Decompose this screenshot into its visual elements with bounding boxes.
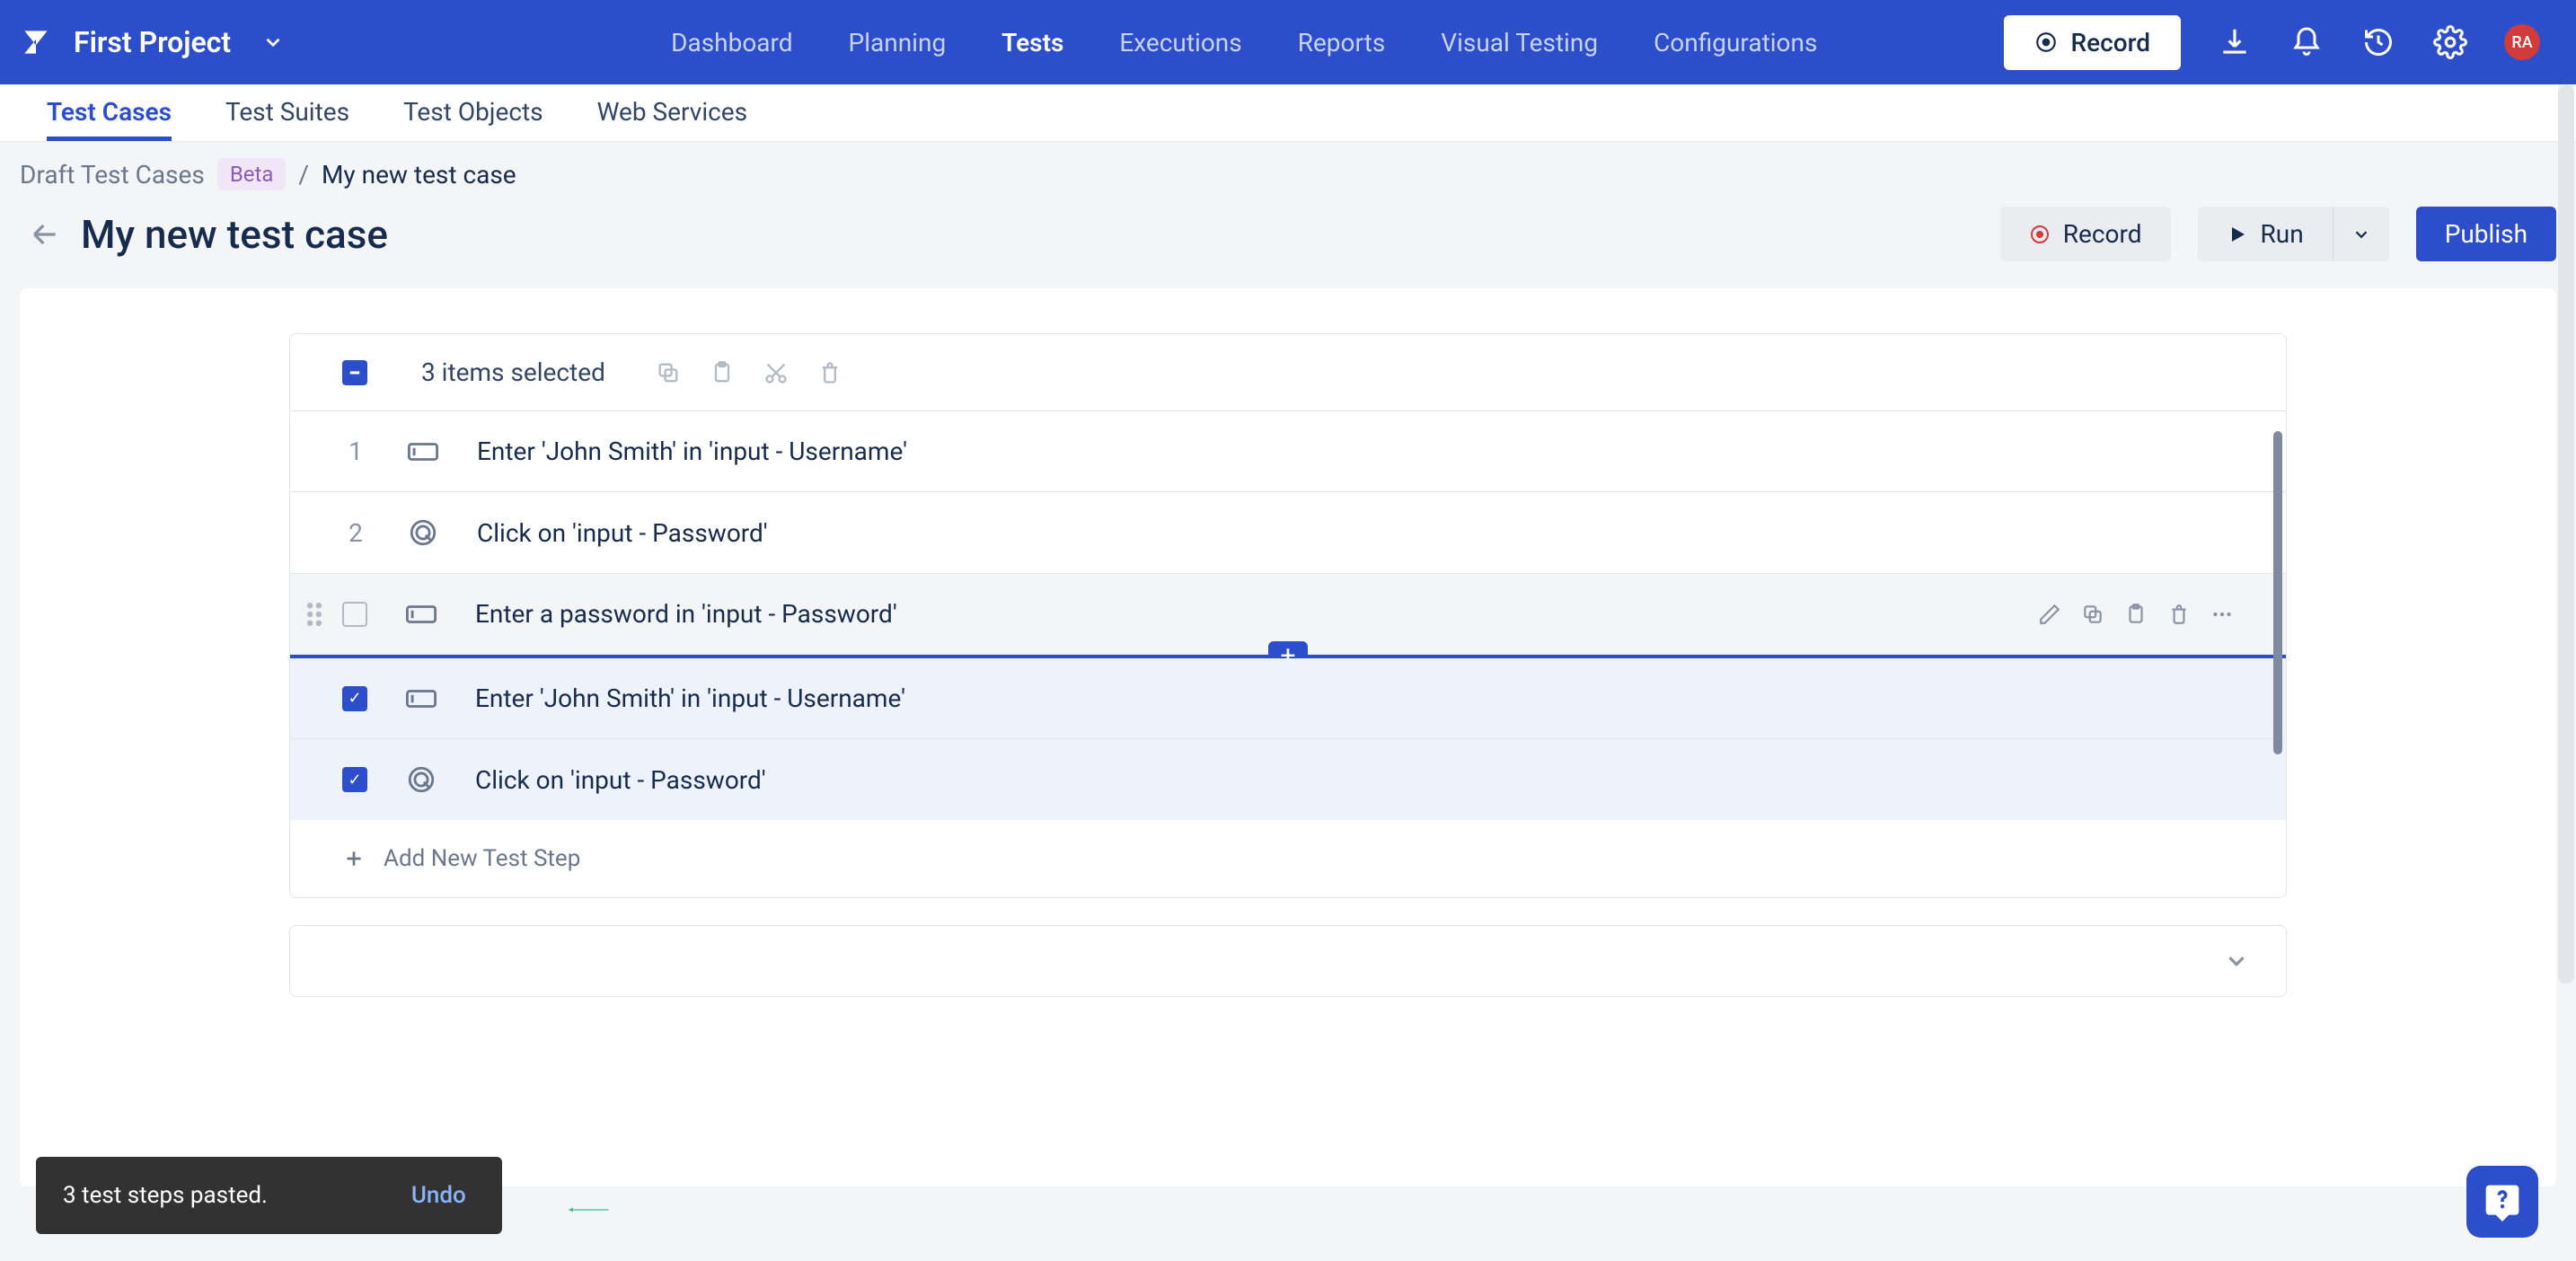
- plus-icon: [342, 847, 366, 870]
- step-row[interactable]: 1 Enter 'John Smith' in 'input - Usernam…: [290, 411, 2286, 492]
- project-selector[interactable]: First Project: [18, 24, 285, 60]
- breadcrumb-root[interactable]: Draft Test Cases: [20, 160, 205, 190]
- title-actions: Record Run Publish: [2000, 207, 2556, 261]
- help-button[interactable]: [2466, 1166, 2538, 1238]
- paste-icon[interactable]: [710, 360, 735, 385]
- toast: 3 test steps pasted. Undo: [36, 1157, 502, 1234]
- nav-planning[interactable]: Planning: [849, 28, 947, 57]
- step-row[interactable]: ✓ Enter 'John Smith' in 'input - Usernam…: [290, 658, 2286, 739]
- input-icon: [405, 439, 441, 464]
- click-icon: [403, 764, 439, 795]
- subtabs: Test Cases Test Suites Test Objects Web …: [0, 84, 2576, 142]
- selection-toolbar: [656, 360, 842, 385]
- step-text: Click on 'input - Password': [475, 765, 766, 795]
- chevron-down-icon: [2351, 225, 2371, 244]
- record-button-top[interactable]: Record: [2004, 15, 2181, 70]
- step-text: Click on 'input - Password': [477, 518, 768, 548]
- record-button[interactable]: Record: [2000, 207, 2171, 261]
- play-icon: [2227, 224, 2248, 245]
- steps-panel: 3 items selected 1 Enter 'John Smith' in…: [289, 333, 2287, 898]
- topbar-right: Record RA: [2004, 15, 2540, 70]
- step-text: Enter 'John Smith' in 'input - Username': [477, 436, 907, 466]
- annotation-arrow-icon: [521, 1207, 656, 1212]
- beta-badge: Beta: [217, 158, 287, 190]
- add-step-label: Add New Test Step: [384, 845, 580, 872]
- record-label: Record: [2063, 219, 2142, 249]
- tab-test-cases[interactable]: Test Cases: [47, 97, 172, 141]
- trash-icon[interactable]: [817, 360, 842, 385]
- record-label: Record: [2070, 28, 2150, 57]
- nav-visual-testing[interactable]: Visual Testing: [1441, 28, 1598, 57]
- download-icon[interactable]: [2217, 24, 2253, 60]
- row-actions: [2038, 603, 2234, 626]
- bell-icon[interactable]: [2289, 24, 2325, 60]
- step-checkbox[interactable]: [342, 602, 367, 627]
- nav-tests[interactable]: Tests: [1001, 28, 1063, 57]
- top-nav: Dashboard Planning Tests Executions Repo…: [671, 28, 1817, 57]
- run-label: Run: [2261, 219, 2304, 249]
- step-checkbox[interactable]: ✓: [342, 767, 367, 792]
- click-icon: [405, 517, 441, 548]
- edit-icon[interactable]: [2038, 603, 2061, 626]
- indeterminate-checkbox[interactable]: [342, 360, 367, 385]
- run-split-button: Run: [2198, 207, 2389, 261]
- step-row[interactable]: ✓ Click on 'input - Password': [290, 739, 2286, 820]
- cut-icon[interactable]: [763, 360, 789, 385]
- title-bar: My new test case Record Run Publish: [0, 190, 2576, 288]
- project-name: First Project: [74, 25, 231, 59]
- gear-icon[interactable]: [2432, 24, 2468, 60]
- nav-executions[interactable]: Executions: [1119, 28, 1241, 57]
- tab-test-suites[interactable]: Test Suites: [225, 97, 349, 141]
- page-title: My new test case: [81, 211, 388, 258]
- copy-icon[interactable]: [2081, 603, 2104, 626]
- step-number: 2: [342, 518, 369, 548]
- breadcrumb: Draft Test Cases Beta / My new test case: [0, 142, 2576, 190]
- tab-web-services[interactable]: Web Services: [597, 97, 747, 141]
- run-dropdown[interactable]: [2333, 207, 2389, 261]
- step-text: Enter 'John Smith' in 'input - Username': [475, 683, 905, 713]
- avatar[interactable]: RA: [2504, 24, 2540, 60]
- nav-configurations[interactable]: Configurations: [1654, 28, 1817, 57]
- chevron-down-icon: [261, 31, 285, 54]
- nav-dashboard[interactable]: Dashboard: [671, 28, 792, 57]
- collapsed-panel[interactable]: [289, 925, 2287, 997]
- publish-button[interactable]: Publish: [2416, 207, 2556, 261]
- tab-test-objects[interactable]: Test Objects: [403, 97, 543, 141]
- add-step-row[interactable]: Add New Test Step: [290, 820, 2286, 897]
- step-number: 1: [342, 436, 369, 466]
- breadcrumb-current: My new test case: [322, 160, 516, 190]
- selection-count: 3 items selected: [421, 357, 605, 387]
- content-area: 3 items selected 1 Enter 'John Smith' in…: [20, 288, 2556, 1186]
- undo-button[interactable]: Undo: [411, 1182, 466, 1209]
- step-row[interactable]: 2 Click on 'input - Password': [290, 492, 2286, 574]
- record-icon: [2034, 31, 2058, 54]
- page-scrollbar[interactable]: [2558, 85, 2574, 1261]
- chevron-down-icon: [2223, 948, 2250, 974]
- toast-message: 3 test steps pasted.: [63, 1182, 268, 1209]
- scrollbar-thumb[interactable]: [2273, 431, 2282, 754]
- trash-icon[interactable]: [2167, 603, 2191, 626]
- drag-handle-icon[interactable]: [306, 603, 322, 626]
- topbar: First Project Dashboard Planning Tests E…: [0, 0, 2576, 84]
- paste-icon[interactable]: [2124, 603, 2148, 626]
- chat-help-icon: [2483, 1182, 2522, 1221]
- nav-reports[interactable]: Reports: [1298, 28, 1386, 57]
- step-checkbox[interactable]: ✓: [342, 686, 367, 711]
- step-text: Enter a password in 'input - Password': [475, 599, 897, 629]
- more-icon[interactable]: [2210, 603, 2234, 626]
- page-scrollbar-thumb[interactable]: [2558, 85, 2574, 983]
- input-icon: [403, 686, 439, 711]
- copy-icon[interactable]: [656, 360, 681, 385]
- input-icon: [403, 602, 439, 627]
- selection-header: 3 items selected: [290, 334, 2286, 411]
- run-button[interactable]: Run: [2198, 207, 2333, 261]
- app-logo-icon: [18, 24, 54, 60]
- publish-label: Publish: [2445, 219, 2527, 249]
- record-icon: [2029, 224, 2051, 245]
- breadcrumb-separator: /: [298, 160, 309, 190]
- history-icon[interactable]: [2360, 24, 2396, 60]
- back-arrow-icon[interactable]: [27, 216, 63, 252]
